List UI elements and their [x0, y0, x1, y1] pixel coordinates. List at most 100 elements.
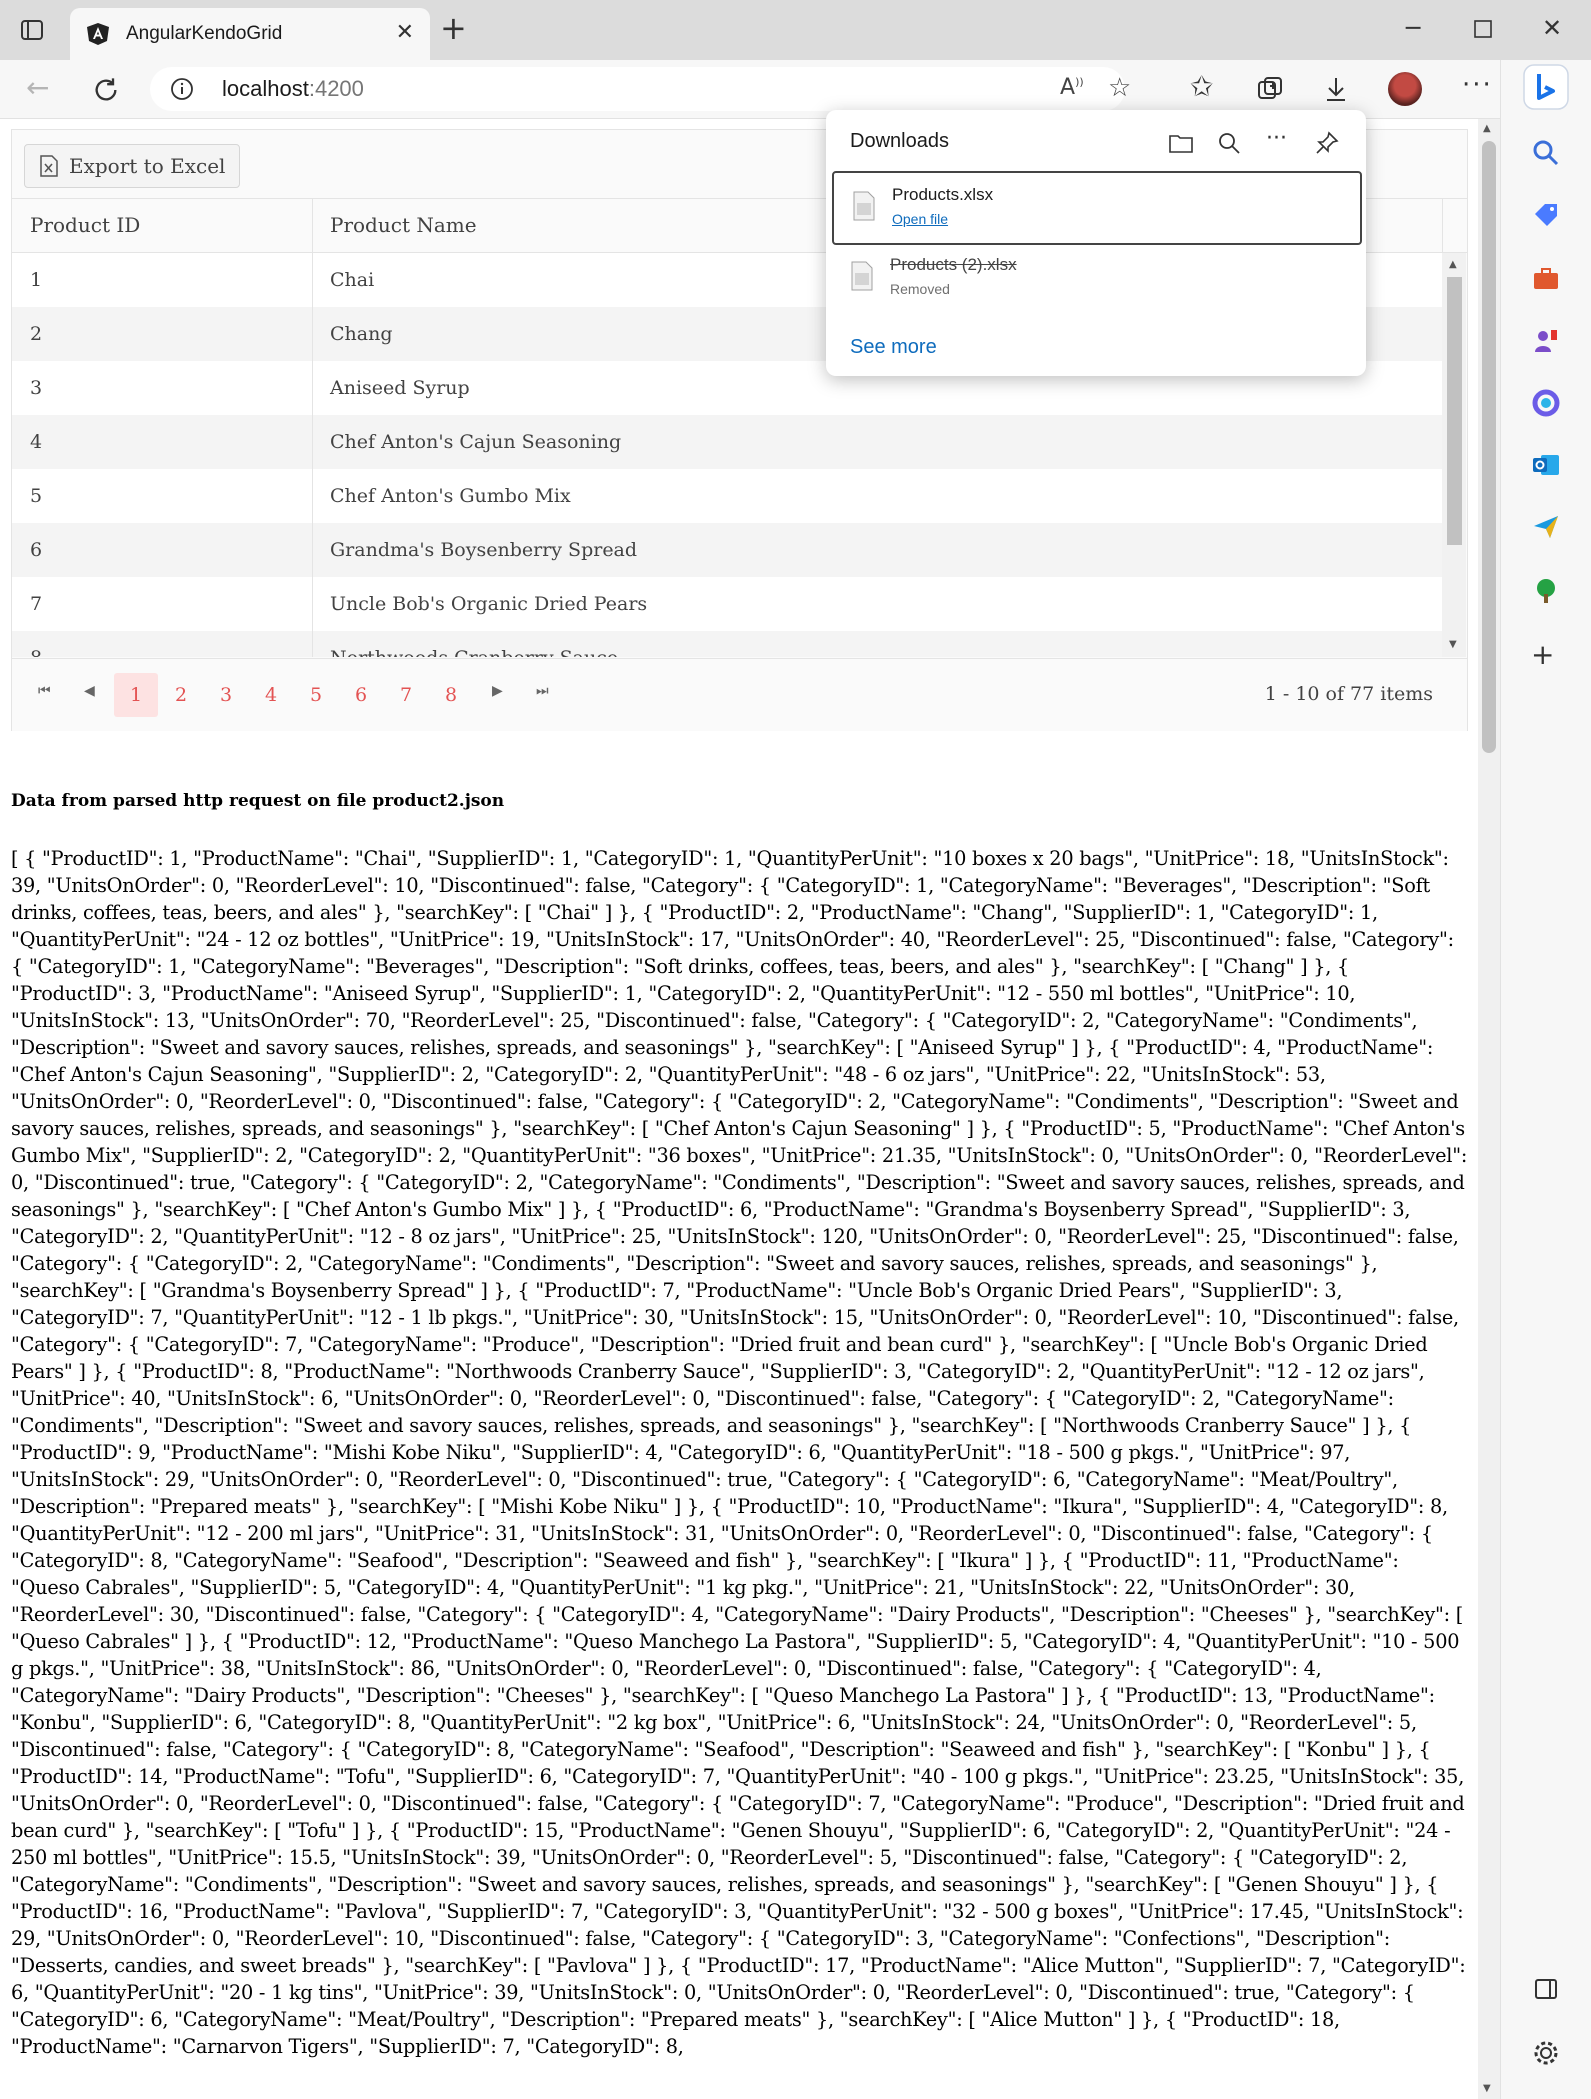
column-divider: [1442, 199, 1443, 252]
cell-product-id: 7: [30, 593, 43, 615]
pin-icon[interactable]: [1314, 130, 1340, 156]
edge-sidebar: +: [1500, 60, 1591, 2099]
first-page-icon[interactable]: ⏮: [38, 683, 51, 699]
page-button-6[interactable]: 6: [339, 673, 383, 717]
page-button-3[interactable]: 3: [204, 673, 248, 717]
column-divider: [312, 199, 313, 252]
page-scrollbar[interactable]: ▲ ▼: [1478, 119, 1500, 2099]
page-button-1[interactable]: 1: [114, 673, 158, 717]
settings-more-icon[interactable]: ···: [1462, 70, 1493, 100]
xlsx-file-icon: [851, 261, 873, 291]
page-button-2[interactable]: 2: [159, 673, 203, 717]
scroll-up-icon[interactable]: ▲: [1449, 259, 1457, 270]
column-header-product-name[interactable]: Product Name: [330, 199, 477, 252]
scroll-down-icon[interactable]: ▼: [1449, 639, 1457, 650]
refresh-icon[interactable]: [92, 76, 120, 104]
next-page-icon[interactable]: ▶: [492, 683, 503, 699]
cell-product-name: Chang: [330, 323, 393, 345]
table-row[interactable]: 4 Chef Anton's Cajun Seasoning: [12, 415, 1442, 469]
cell-product-name: Chef Anton's Gumbo Mix: [330, 485, 571, 507]
download-file-name: Products.xlsx: [892, 185, 994, 204]
cell-product-name: Uncle Bob's Organic Dried Pears: [330, 593, 648, 615]
downloads-panel: Downloads ··· Products.xlsx Open file Pr…: [826, 110, 1366, 376]
page-scroll-down-icon[interactable]: ▼: [1483, 2083, 1491, 2094]
last-page-icon[interactable]: ⏭: [536, 683, 549, 699]
table-row[interactable]: 6 Grandma's Boysenberry Spread: [12, 523, 1442, 577]
export-button-label: Export to Excel: [69, 154, 226, 178]
excel-file-icon: [40, 155, 58, 177]
page-button-5[interactable]: 5: [294, 673, 338, 717]
table-row[interactable]: 7 Uncle Bob's Organic Dried Pears: [12, 577, 1442, 631]
grid-pager: ⏮ ◀ 1 2 3 4 5 6 7 8 ▶ ⏭ 1 - 10 of 77 ite…: [12, 658, 1467, 731]
collections-icon[interactable]: [1255, 74, 1285, 104]
close-tab-icon[interactable]: ✕: [396, 20, 414, 45]
open-downloads-folder-icon[interactable]: [1168, 130, 1194, 156]
site-info-icon[interactable]: [170, 77, 194, 101]
column-header-product-id[interactable]: Product ID: [30, 199, 140, 252]
download-file-name: Products (2).xlsx: [890, 255, 1017, 274]
search-icon[interactable]: [1531, 138, 1561, 168]
tools-icon[interactable]: [1531, 264, 1561, 294]
json-output: [ { "ProductID": 1, "ProductName": "Chai…: [11, 847, 1468, 2058]
sidebar-settings-gear-icon[interactable]: [1531, 2038, 1561, 2068]
cell-product-name: Grandma's Boysenberry Spread: [330, 539, 638, 561]
grid-scroll-thumb[interactable]: [1447, 277, 1462, 545]
cell-product-id: 1: [30, 269, 43, 291]
page-button-8[interactable]: 8: [429, 673, 473, 717]
favorites-icon[interactable]: ✩: [1190, 70, 1213, 103]
table-row[interactable]: 8 Northwoods Cranberry Sauce: [12, 631, 1442, 657]
previous-page-icon[interactable]: ◀: [84, 683, 95, 699]
cell-product-name: Aniseed Syrup: [330, 377, 470, 399]
new-tab-icon[interactable]: +: [440, 12, 467, 44]
table-row[interactable]: 5 Chef Anton's Gumbo Mix: [12, 469, 1442, 523]
download-status: Removed: [890, 281, 950, 297]
add-favorite-icon[interactable]: ☆: [1108, 73, 1131, 103]
page-scroll-thumb[interactable]: [1482, 141, 1496, 753]
address-bar[interactable]: localhost:4200 A)) ☆: [150, 67, 1131, 111]
minimize-icon[interactable]: ─: [1406, 14, 1420, 42]
download-item[interactable]: Products (2).xlsx Removed: [832, 243, 1358, 313]
read-aloud-icon[interactable]: A)): [1060, 75, 1084, 100]
pager-info: 1 - 10 of 77 items: [1264, 683, 1433, 705]
downloads-icon[interactable]: [1321, 74, 1351, 104]
grid-scrollbar[interactable]: ▲ ▼: [1442, 253, 1466, 657]
profile-avatar[interactable]: [1388, 72, 1422, 106]
tree-icon[interactable]: [1531, 576, 1561, 606]
outlook-icon[interactable]: [1531, 450, 1561, 480]
search-downloads-icon[interactable]: [1216, 130, 1242, 156]
shopping-tag-icon[interactable]: [1531, 200, 1561, 230]
page-content: Export to Excel Product ID Product Name …: [0, 119, 1478, 2099]
hide-sidebar-icon[interactable]: [1531, 1974, 1561, 2004]
downloads-title: Downloads: [850, 130, 949, 152]
page-scroll-up-icon[interactable]: ▲: [1483, 123, 1491, 134]
tab-actions-icon[interactable]: [20, 18, 44, 42]
back-icon[interactable]: ←: [26, 74, 49, 102]
cell-product-id: 4: [30, 431, 43, 453]
cell-product-name: Northwoods Cranberry Sauce: [330, 631, 618, 657]
maximize-icon[interactable]: [1474, 20, 1492, 38]
downloads-more-icon[interactable]: ···: [1266, 126, 1292, 152]
cell-product-id: 6: [30, 539, 43, 561]
url-text[interactable]: localhost:4200: [222, 76, 364, 102]
browser-tab[interactable]: AngularKendoGrid ✕: [70, 8, 430, 60]
cell-product-name: Chai: [330, 269, 375, 291]
cell-product-id: 8: [30, 631, 42, 657]
url-port: :4200: [308, 76, 364, 101]
download-item[interactable]: Products.xlsx Open file: [832, 171, 1362, 245]
add-sidebar-app-icon[interactable]: +: [1531, 638, 1561, 671]
cell-product-id: 5: [30, 485, 43, 507]
copilot-icon[interactable]: [1523, 64, 1569, 110]
open-file-link[interactable]: Open file: [892, 211, 948, 227]
drop-send-icon[interactable]: [1531, 512, 1561, 542]
page-button-7[interactable]: 7: [384, 673, 428, 717]
section-heading: Data from parsed http request on file pr…: [11, 791, 505, 811]
export-to-excel-button[interactable]: Export to Excel: [24, 144, 241, 188]
page-button-4[interactable]: 4: [249, 673, 293, 717]
microsoft-365-icon[interactable]: [1531, 388, 1561, 418]
tab-bar: AngularKendoGrid ✕ + ─ ✕: [0, 0, 1591, 60]
tab-title: AngularKendoGrid: [126, 23, 283, 44]
see-more-link[interactable]: See more: [850, 336, 937, 359]
close-window-icon[interactable]: ✕: [1542, 14, 1562, 42]
games-icon[interactable]: [1531, 326, 1561, 356]
angular-favicon-icon: [87, 23, 109, 45]
